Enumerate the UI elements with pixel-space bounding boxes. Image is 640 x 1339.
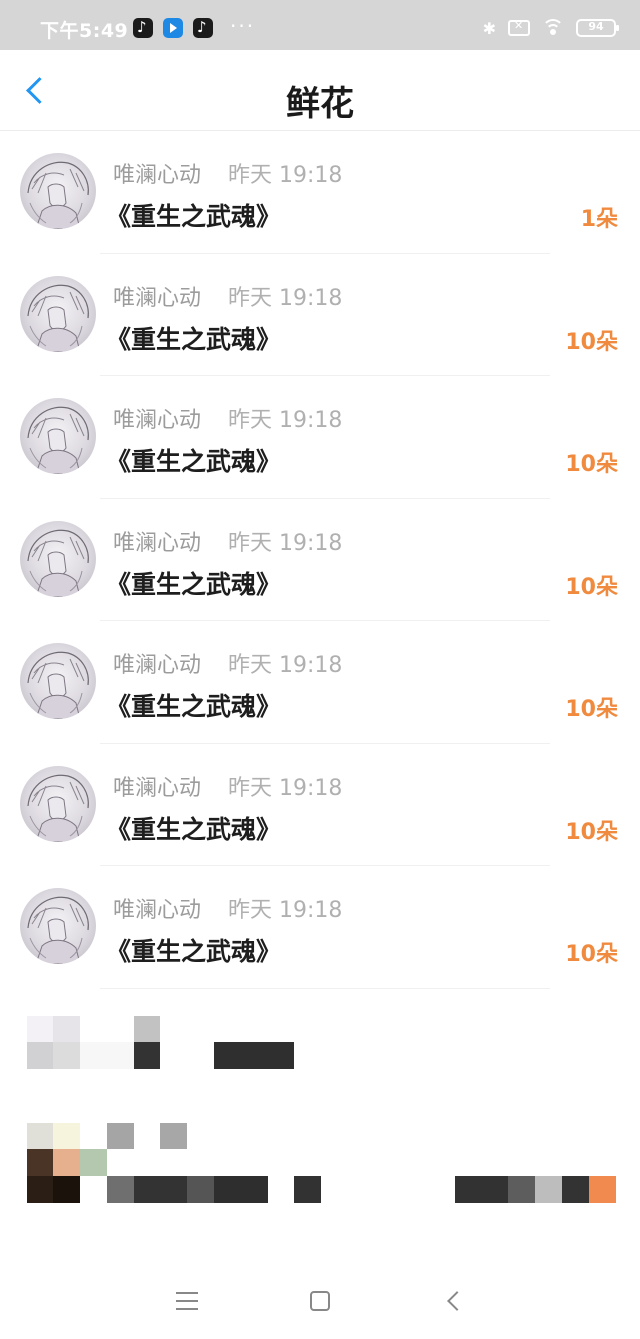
avatar-illustration <box>27 896 89 964</box>
divider <box>100 987 550 989</box>
book-title: 《重生之武魂》 <box>106 324 282 354</box>
timestamp: 昨天 19:18 <box>228 530 343 556</box>
blur-block <box>80 1149 107 1176</box>
avatar[interactable] <box>20 643 96 719</box>
blur-block <box>134 1042 160 1069</box>
flower-quantity: 10朵 <box>565 452 618 477</box>
blur-block <box>134 1176 187 1203</box>
wifi-icon <box>542 19 564 37</box>
flower-quantity: 1朵 <box>580 207 618 232</box>
blur-block <box>107 1176 134 1203</box>
flower-quantity: 10朵 <box>565 942 618 967</box>
blur-block <box>53 1149 80 1176</box>
blur-block <box>214 1176 268 1203</box>
battery-icon: 94 <box>576 19 619 37</box>
username: 唯澜心动 <box>113 285 202 311</box>
avatar[interactable] <box>20 275 96 352</box>
book-title: 《重生之武魂》 <box>106 937 282 966</box>
username: 唯澜心动 <box>113 653 202 678</box>
page-title: 鲜花 <box>286 84 354 124</box>
blur-block <box>53 1016 80 1042</box>
flower-quantity: 10朵 <box>565 819 618 845</box>
avatar[interactable] <box>20 765 96 842</box>
flower-record-row[interactable]: 唯澜心动 昨天 19:18 《重生之武魂》 10朵 <box>0 744 640 866</box>
home-icon[interactable] <box>310 1291 330 1311</box>
bilibili-icon <box>163 18 183 38</box>
blur-block <box>160 1123 187 1149</box>
battery-level: 94 <box>588 20 604 33</box>
username: 唯澜心动 <box>113 163 202 188</box>
blur-block <box>80 1042 134 1069</box>
blur-block <box>134 1016 160 1042</box>
flower-record-row[interactable]: 唯澜心动 昨天 19:18 《重生之武魂》 10朵 <box>0 866 640 989</box>
book-title: 《重生之武魂》 <box>106 814 282 844</box>
status-bar: 下午5:49 ··· ✱ 94 <box>0 0 640 50</box>
avatar[interactable] <box>20 153 96 229</box>
avatar[interactable] <box>20 520 96 597</box>
blur-block <box>53 1123 80 1149</box>
avatar-illustration <box>27 161 89 229</box>
flower-record-row[interactable]: 唯澜心动 昨天 19:18 《重生之武魂》 10朵 <box>0 376 640 499</box>
blur-block <box>27 1042 53 1069</box>
timestamp: 昨天 19:18 <box>228 775 343 801</box>
blur-block <box>589 1176 616 1203</box>
flower-quantity: 10朵 <box>565 329 618 355</box>
avatar-illustration <box>27 651 89 719</box>
blur-block <box>508 1176 535 1203</box>
avatar[interactable] <box>20 888 96 964</box>
flower-records-list: 唯澜心动 昨天 19:18 《重生之武魂》 1朵 唯澜心动 昨天 19:18 《重生之武魂》… <box>0 131 640 989</box>
username: 唯澜心动 <box>113 775 202 801</box>
status-indicators: ✱ 94 <box>482 17 619 39</box>
username: 唯澜心动 <box>113 530 202 556</box>
flower-record-row[interactable]: 唯澜心动 昨天 19:18 《重生之武魂》 1朵 <box>0 131 640 254</box>
timestamp: 昨天 19:18 <box>228 898 343 923</box>
book-title: 《重生之武魂》 <box>106 447 282 476</box>
blur-block <box>187 1176 214 1203</box>
flower-quantity: 10朵 <box>565 574 618 600</box>
blur-block <box>535 1176 562 1203</box>
blur-block <box>27 1016 53 1042</box>
avatar-illustration <box>27 529 89 597</box>
avatar-illustration <box>27 774 89 842</box>
book-title: 《重生之武魂》 <box>106 692 282 721</box>
avatar-illustration <box>27 284 89 352</box>
username: 唯澜心动 <box>113 408 202 433</box>
blur-block <box>27 1123 53 1149</box>
blur-block <box>27 1149 53 1176</box>
more-notifications-icon: ··· <box>230 14 256 38</box>
blur-block <box>562 1176 589 1203</box>
no-sim-icon <box>508 19 530 36</box>
status-time: 下午5:49 <box>40 20 129 42</box>
flower-quantity: 10朵 <box>565 697 618 722</box>
avatar[interactable] <box>20 398 96 474</box>
avatar-illustration <box>27 406 89 474</box>
tiktok-icon <box>133 18 153 38</box>
system-nav-bar <box>0 1262 640 1339</box>
menu-icon[interactable] <box>176 1292 198 1310</box>
flower-record-row[interactable]: 唯澜心动 昨天 19:18 《重生之武魂》 10朵 <box>0 621 640 744</box>
timestamp: 昨天 19:18 <box>228 163 343 188</box>
blur-block <box>27 1176 53 1203</box>
blur-block <box>214 1042 294 1069</box>
flower-record-row[interactable]: 唯澜心动 昨天 19:18 《重生之武魂》 10朵 <box>0 254 640 376</box>
tiktok-icon <box>193 18 213 38</box>
timestamp: 昨天 19:18 <box>228 408 343 433</box>
timestamp: 昨天 19:18 <box>228 285 343 311</box>
blur-block <box>294 1176 321 1203</box>
book-title: 《重生之武魂》 <box>106 569 282 599</box>
back-icon[interactable] <box>447 1291 467 1311</box>
flower-record-row[interactable]: 唯澜心动 昨天 19:18 《重生之武魂》 10朵 <box>0 499 640 621</box>
bluetooth-icon: ✱ <box>482 18 496 38</box>
blur-block <box>53 1176 80 1203</box>
username: 唯澜心动 <box>113 898 202 923</box>
book-title: 《重生之武魂》 <box>106 202 282 231</box>
blur-block <box>107 1123 134 1149</box>
timestamp: 昨天 19:18 <box>228 653 343 678</box>
blur-block <box>455 1176 508 1203</box>
blur-block <box>53 1042 80 1069</box>
